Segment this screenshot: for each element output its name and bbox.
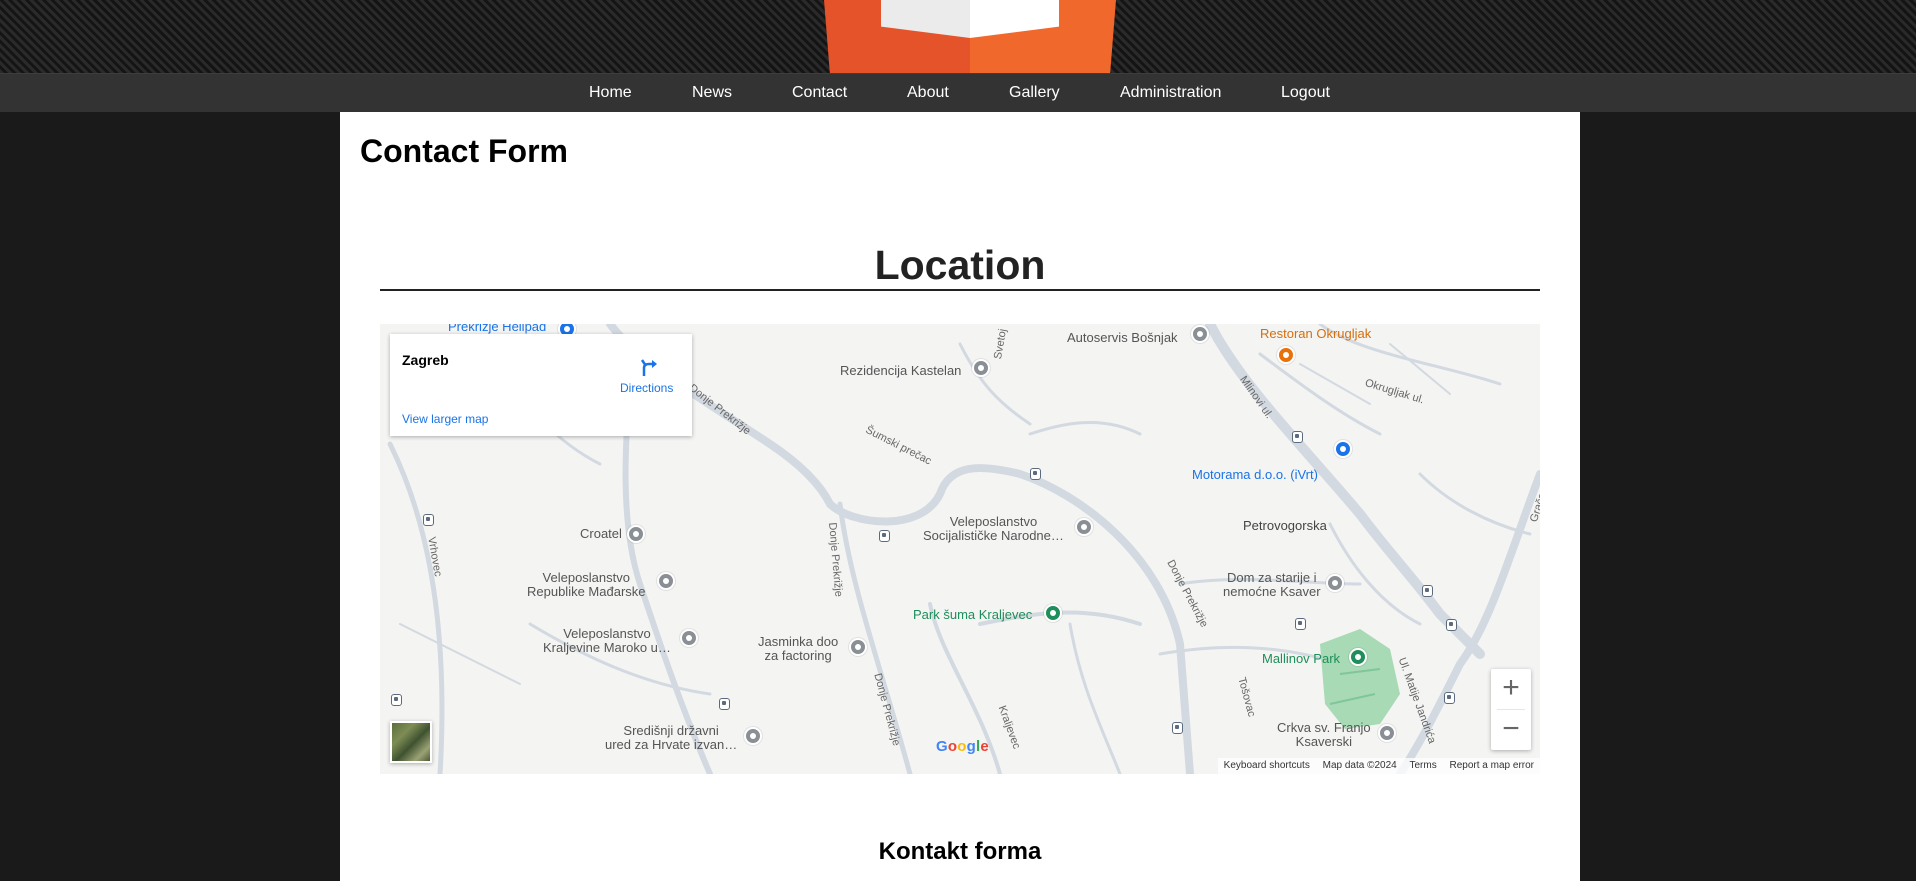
bus-stop-icon[interactable]: [391, 694, 402, 706]
sredisnji-ured-pin[interactable]: [744, 727, 762, 745]
veleposlanstvo-ma-pin[interactable]: [680, 629, 698, 647]
poi-rezidencija[interactable]: Rezidencija Kastelan: [840, 364, 961, 378]
poi-prekrizje-helipad[interactable]: Prekrižje Helipad: [448, 324, 546, 334]
nav-administration[interactable]: Administration: [1120, 84, 1221, 102]
restaurant-pin[interactable]: [1277, 346, 1295, 364]
bus-stop-icon[interactable]: [1295, 618, 1306, 630]
zoom-controls: + −: [1491, 669, 1531, 750]
map-data-text: Map data ©2024: [1322, 760, 1397, 771]
bus-stop-icon[interactable]: [719, 698, 730, 710]
jasminka-pin[interactable]: [849, 638, 867, 656]
embedded-map[interactable]: Prekrižje Helipad Autoservis Bošnjak Res…: [380, 324, 1540, 774]
zoom-out-button[interactable]: −: [1491, 710, 1531, 750]
directions-link[interactable]: Directions: [620, 381, 673, 395]
main-content: Contact Form Location Prekrižje Helipad …: [340, 112, 1580, 881]
satellite-toggle-button[interactable]: [390, 721, 432, 763]
poi-sredisnji-ured[interactable]: Središnji državni ured za Hrvate izvan…: [605, 724, 737, 752]
report-map-error-link[interactable]: Report a map error: [1450, 760, 1534, 771]
poi-veleposlanstvo-snr[interactable]: Veleposlanstvo Socijalističke Narodne…: [923, 515, 1064, 543]
park-kraljevec-pin[interactable]: [1044, 604, 1062, 622]
motorama-pin[interactable]: [1334, 440, 1352, 458]
location-heading: Location: [874, 242, 1046, 288]
nav-logout[interactable]: Logout: [1281, 84, 1330, 102]
bus-stop-icon[interactable]: [1444, 692, 1455, 704]
autoservis-pin[interactable]: [1191, 325, 1209, 343]
poi-dom-ksaver[interactable]: Dom za starije i nemoćne Ksaver: [1223, 571, 1321, 599]
nav-news[interactable]: News: [692, 84, 732, 102]
map-info-card: Zagreb Directions View larger map: [390, 334, 692, 436]
poi-motorama[interactable]: Motorama d.o.o. (iVrt): [1192, 468, 1318, 482]
nav-contact[interactable]: Contact: [792, 84, 847, 102]
poi-veleposlanstvo-hu[interactable]: Veleposlanstvo Republike Mađarske: [527, 571, 646, 599]
bus-stop-icon[interactable]: [1172, 722, 1183, 734]
map-place-name: Zagreb: [402, 352, 449, 368]
main-nav: Home News Contact About Gallery Administ…: [0, 73, 1916, 112]
poi-park-kraljevec[interactable]: Park šuma Kraljevec: [913, 608, 1032, 622]
rezidencija-pin[interactable]: [972, 359, 990, 377]
google-logo: Google: [936, 738, 989, 755]
bus-stop-icon[interactable]: [1030, 468, 1041, 480]
poi-croatel[interactable]: Croatel: [580, 527, 622, 541]
page-title: Contact Form: [360, 133, 568, 169]
terms-link[interactable]: Terms: [1410, 760, 1437, 771]
map-attribution: Keyboard shortcuts Map data ©2024 Terms …: [1217, 758, 1540, 774]
nav-gallery[interactable]: Gallery: [1009, 84, 1060, 102]
directions-icon[interactable]: [638, 356, 660, 378]
poi-autoservis[interactable]: Autoservis Bošnjak: [1067, 331, 1178, 345]
bus-stop-icon[interactable]: [1446, 619, 1457, 631]
poi-veleposlanstvo-ma[interactable]: Veleposlanstvo Kraljevine Maroko u…: [543, 627, 671, 655]
poi-jasminka[interactable]: Jasminka doo za factoring: [758, 635, 838, 663]
crkva-pin[interactable]: [1378, 724, 1396, 742]
site-header: [0, 0, 1916, 73]
poi-restoran-okrugljak[interactable]: Restoran Okrugljak: [1260, 327, 1371, 341]
mallinov-park-pin[interactable]: [1349, 648, 1367, 666]
zoom-in-button[interactable]: +: [1491, 669, 1531, 709]
bus-stop-icon[interactable]: [1422, 585, 1433, 597]
keyboard-shortcuts-link[interactable]: Keyboard shortcuts: [1224, 760, 1310, 771]
nav-about[interactable]: About: [907, 84, 949, 102]
nav-home[interactable]: Home: [589, 84, 632, 102]
poi-mallinov-park[interactable]: Mallinov Park: [1262, 652, 1340, 666]
location-divider: [380, 289, 1540, 291]
croatel-pin[interactable]: [627, 525, 645, 543]
dom-ksaver-pin[interactable]: [1326, 574, 1344, 592]
bus-stop-icon[interactable]: [1292, 431, 1303, 443]
veleposlanstvo-hu-pin[interactable]: [657, 572, 675, 590]
veleposlanstvo-snr-pin[interactable]: [1075, 518, 1093, 536]
poi-petrovogorska: Petrovogorska: [1243, 518, 1327, 533]
contact-form-heading: Kontakt forma: [878, 838, 1042, 865]
bus-stop-icon[interactable]: [879, 530, 890, 542]
poi-crkva[interactable]: Crkva sv. Franjo Ksaverski: [1277, 721, 1371, 749]
site-logo[interactable]: [824, 0, 1116, 73]
bus-stop-icon[interactable]: [423, 514, 434, 526]
view-larger-map-link[interactable]: View larger map: [402, 412, 488, 426]
